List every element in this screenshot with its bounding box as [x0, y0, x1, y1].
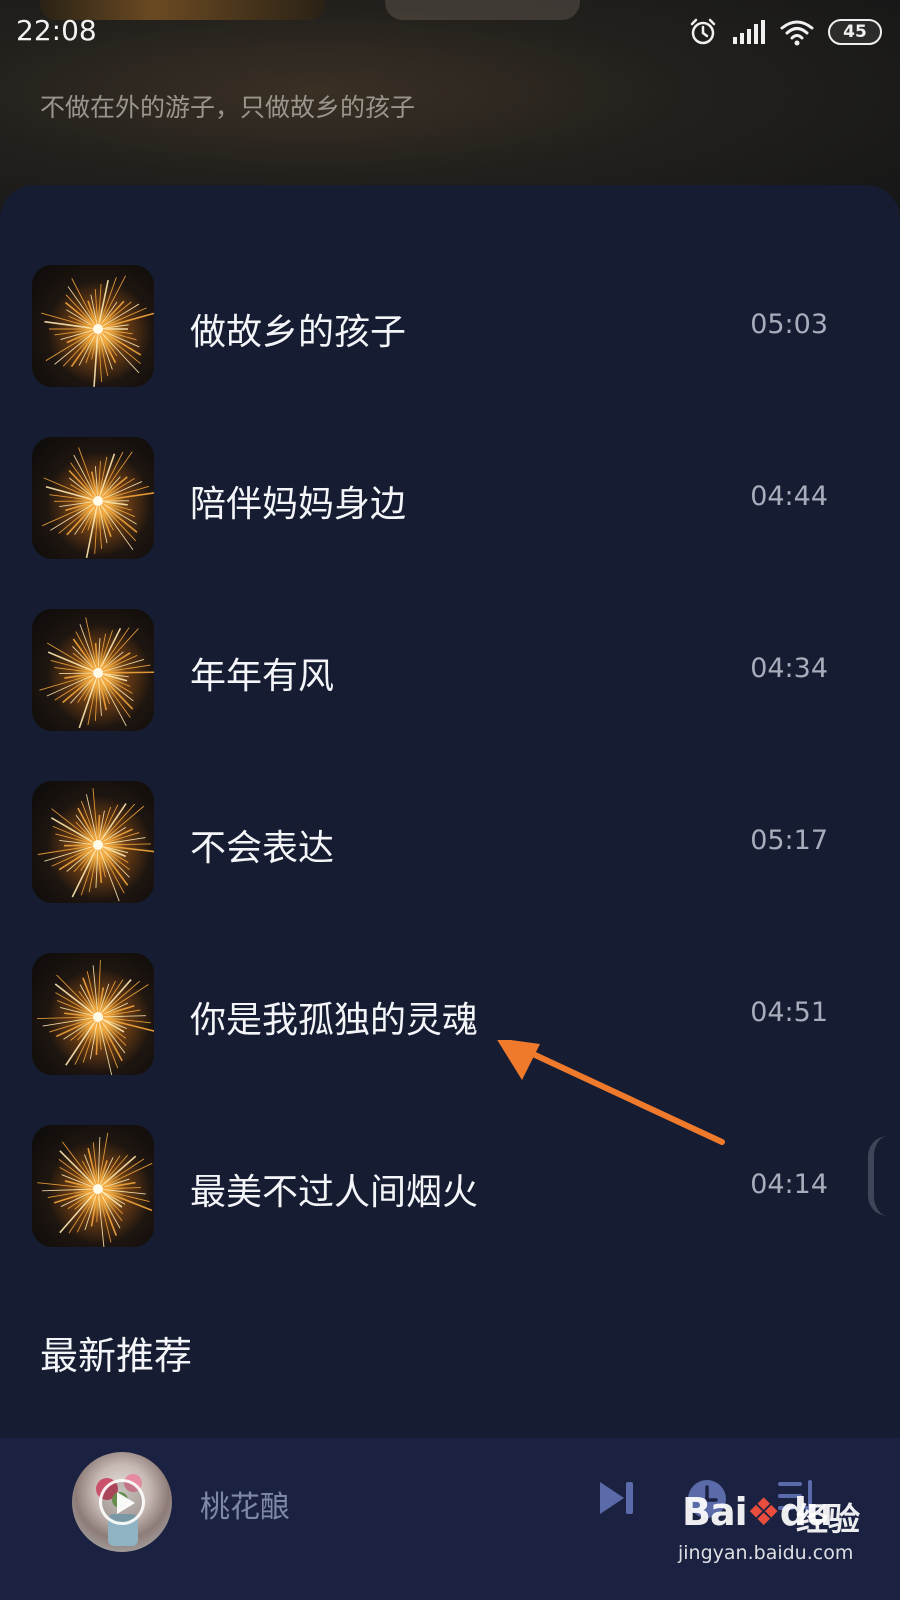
song-duration: 05:17 — [750, 825, 828, 856]
skip-next-icon[interactable] — [596, 1478, 636, 1522]
wifi-icon — [780, 18, 814, 46]
song-title: 你是我孤独的灵魂 — [190, 1000, 479, 1041]
sparkler-image — [37, 788, 154, 902]
song-cover — [32, 1125, 154, 1247]
signal-icon — [732, 19, 766, 45]
song-duration: 05:03 — [750, 309, 828, 340]
song-title: 做故乡的孩子 — [190, 312, 407, 353]
song-title: 年年有风 — [190, 656, 335, 697]
annotation-arrow — [497, 1040, 725, 1145]
song-duration: 04:14 — [750, 1169, 828, 1200]
song-row[interactable]: 陪伴妈妈身边 04:44 — [0, 437, 900, 567]
now-playing-cover[interactable] — [72, 1452, 172, 1552]
sparkler-image — [37, 960, 154, 1075]
song-row[interactable]: 你是我孤独的灵魂 04:51 — [0, 953, 900, 1083]
song-duration: 04:51 — [750, 997, 828, 1028]
status-time: 22:08 — [16, 14, 97, 47]
song-list-panel: 做故乡的孩子 05:03 陪伴妈妈身边 04:44 年年有风 04:34 不会表… — [0, 185, 900, 1445]
sparkler-image — [37, 1132, 153, 1247]
status-bar: 22:08 45 — [0, 0, 900, 64]
playlist-subtitle: 不做在外的游子，只做故乡的孩子 — [40, 93, 416, 122]
side-drawer-handle[interactable] — [868, 1136, 888, 1216]
song-title: 不会表达 — [190, 828, 335, 869]
status-icons: 45 — [688, 16, 882, 48]
baidu-watermark: Bai❖du 经验 jingyan.baidu.com — [678, 1490, 878, 1590]
song-cover — [32, 953, 154, 1075]
logo-text: Bai — [682, 1490, 748, 1534]
battery-icon: 45 — [828, 19, 882, 45]
song-duration: 04:44 — [750, 481, 828, 512]
song-cover — [32, 265, 154, 387]
watermark-label: 经验 — [796, 1500, 861, 1538]
now-playing-title: 桃花酿 — [200, 1490, 290, 1525]
song-row[interactable]: 最美不过人间烟火 04:14 — [0, 1125, 900, 1255]
song-row[interactable]: 不会表达 05:17 — [0, 781, 900, 911]
sparkler-image — [42, 447, 154, 559]
song-title: 最美不过人间烟火 — [190, 1172, 479, 1213]
song-row[interactable]: 年年有风 04:34 — [0, 609, 900, 739]
sparkler-image — [39, 617, 154, 729]
song-duration: 04:34 — [750, 653, 828, 684]
song-row[interactable]: 做故乡的孩子 05:03 — [0, 265, 900, 395]
song-cover — [32, 609, 154, 731]
play-icon[interactable] — [99, 1479, 145, 1525]
watermark-url: jingyan.baidu.com — [678, 1542, 854, 1564]
alarm-icon — [688, 17, 718, 47]
song-cover — [32, 781, 154, 903]
song-cover — [32, 437, 154, 559]
section-title: 最新推荐 — [40, 1334, 193, 1378]
sparkler-image — [41, 275, 154, 387]
paw-icon: ❖ — [746, 1490, 781, 1534]
song-title: 陪伴妈妈身边 — [190, 484, 407, 525]
